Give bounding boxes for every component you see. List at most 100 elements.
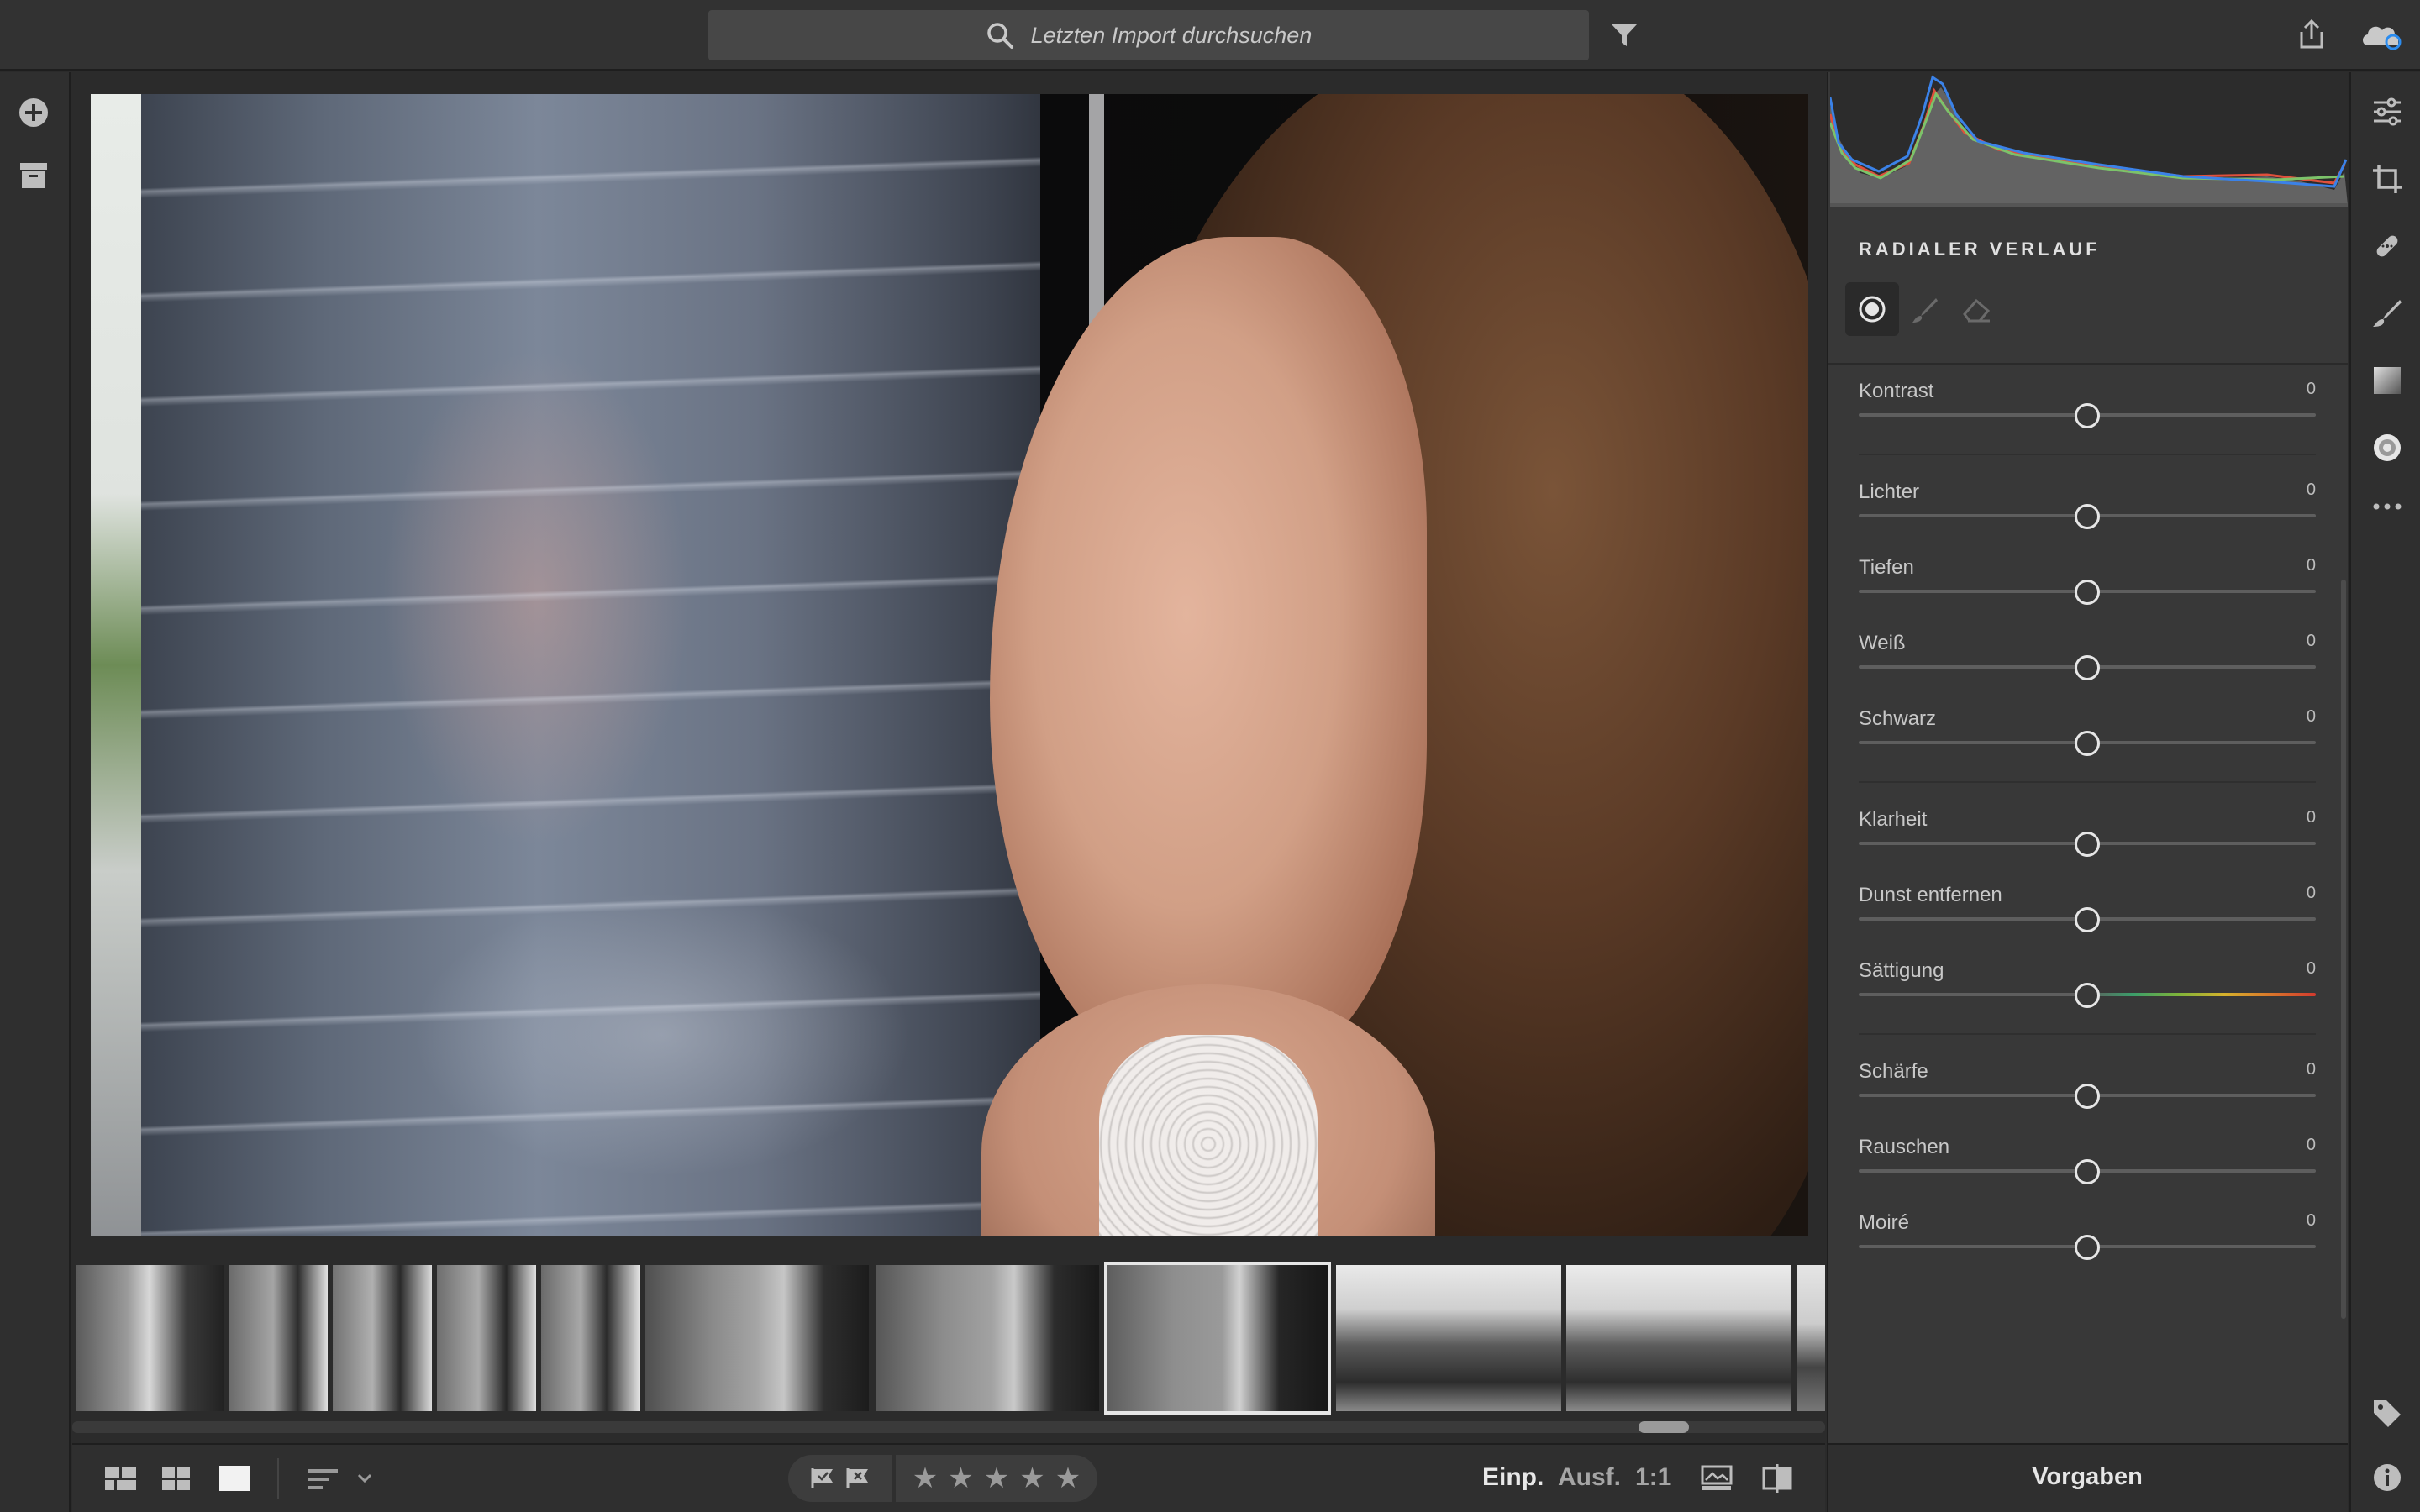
slider-value[interactable]: 0 [2307,808,2316,827]
slider-value[interactable]: 0 [2307,632,2316,651]
slider-handle[interactable] [2075,1084,2100,1109]
slider-handle[interactable] [2075,504,2100,529]
search-placeholder: Letzten Import durchsuchen [1030,22,1313,48]
filmstrip-thumbnail[interactable] [74,1263,225,1413]
brush-tool-icon[interactable] [2371,297,2403,329]
histogram [1830,72,2348,207]
star-icon[interactable]: ★ [948,1462,973,1495]
pick-flag-icon[interactable] [810,1467,835,1490]
slider-tiefen[interactable]: Tiefen 0 [1859,556,2316,623]
fit-zoom-button[interactable]: Einp. [1482,1463,1544,1492]
slider-label: Tiefen [1859,556,1914,579]
slider-moire[interactable]: Moiré 0 [1859,1211,2316,1278]
slider-handle[interactable] [2075,907,2100,932]
tag-icon[interactable] [2371,1398,2403,1430]
radial-gradient-tool-button[interactable] [1845,282,1899,336]
slider-group-divider [1859,1033,2316,1035]
slider-value[interactable]: 0 [2307,959,2316,979]
filmstrip-thumbnail[interactable] [435,1263,538,1413]
slider-handle[interactable] [2075,983,2100,1008]
slider-schaerfe[interactable]: Schärfe 0 [1859,1060,2316,1127]
slider-value[interactable]: 0 [2307,480,2316,500]
app-window: Letzten Import durchsuchen ★ ★ ★ ★ ★ Ein… [0,0,2420,1512]
slider-value[interactable]: 0 [2307,556,2316,575]
chevron-down-icon[interactable] [356,1470,373,1487]
slider-kontrast[interactable]: Kontrast 0 [1859,380,2316,447]
healing-brush-icon[interactable] [2371,230,2403,262]
slider-handle[interactable] [2075,1235,2100,1260]
before-after-compare-icon[interactable] [1761,1463,1793,1494]
archive-icon[interactable] [18,161,49,190]
slider-handle[interactable] [2075,1159,2100,1184]
share-icon[interactable] [2297,18,2326,50]
slider-weiss[interactable]: Weiß 0 [1859,632,2316,699]
slider-handle[interactable] [2075,832,2100,857]
slider-group-divider [1859,781,2316,783]
edit-sliders-icon[interactable] [2371,96,2403,128]
photo-info-overlay-icon[interactable] [1701,1465,1733,1492]
slider-handle[interactable] [2075,731,2100,756]
slider-value[interactable]: 0 [2307,884,2316,903]
filter-icon[interactable] [1610,22,1639,49]
more-options-icon[interactable] [2371,491,2403,522]
filmstrip-thumbnail[interactable] [874,1263,1101,1413]
brush-icon[interactable] [1911,296,1939,324]
one-to-one-zoom-button[interactable]: 1:1 [1635,1463,1671,1492]
slider-label: Schwarz [1859,707,1937,730]
slider-lichter[interactable]: Lichter 0 [1859,480,2316,548]
slider-handle[interactable] [2075,655,2100,680]
crop-icon[interactable] [2371,163,2403,195]
panel-title: RADIALER VERLAUF [1859,239,2101,260]
filmstrip-scrollbar-thumb[interactable] [1639,1421,1689,1433]
radial-gradient-active-icon[interactable] [2371,432,2403,464]
photo-lace [1099,1035,1318,1236]
toolbar-divider [277,1458,279,1499]
detail-view-icon[interactable] [218,1465,250,1492]
eraser-icon[interactable] [1961,296,1991,324]
filmstrip-scrollbar-track[interactable] [72,1421,1825,1433]
slider-value[interactable]: 0 [2307,1136,2316,1155]
cloud-sync-icon[interactable] [2360,20,2403,50]
search-input[interactable]: Letzten Import durchsuchen [708,10,1589,60]
slider-label: Dunst entfernen [1859,884,2002,906]
presets-button[interactable]: Vorgaben [1827,1463,2348,1491]
filmstrip-thumbnail[interactable] [227,1263,329,1413]
slider-rauschen[interactable]: Rauschen 0 [1859,1136,2316,1203]
filmstrip-thumbnail-selected[interactable] [1104,1262,1331,1415]
star-icon[interactable]: ★ [984,1462,1009,1495]
linear-gradient-icon[interactable] [2371,365,2403,396]
star-icon[interactable]: ★ [1055,1462,1081,1495]
slider-value[interactable]: 0 [2307,380,2316,399]
slider-value[interactable]: 0 [2307,1060,2316,1079]
slider-value[interactable]: 0 [2307,1211,2316,1231]
slider-value[interactable]: 0 [2307,707,2316,727]
slider-klarheit[interactable]: Klarheit 0 [1859,808,2316,875]
star-rating[interactable]: ★ ★ ★ ★ ★ [896,1455,1097,1502]
slider-label: Rauschen [1859,1136,1950,1158]
filmstrip-thumbnail[interactable] [1565,1263,1793,1413]
reject-flag-icon[interactable] [845,1467,871,1490]
info-icon[interactable] [2371,1462,2403,1494]
slider-handle[interactable] [2075,580,2100,605]
grid-view-icon[interactable] [161,1467,192,1492]
slider-handle[interactable] [2075,403,2100,428]
filmstrip-thumbnail[interactable] [1795,1263,1825,1413]
filmstrip-thumbnail[interactable] [539,1263,642,1413]
filmstrip-thumbnail[interactable] [644,1263,871,1413]
star-icon[interactable]: ★ [1019,1462,1044,1495]
fill-zoom-button[interactable]: Ausf. [1558,1463,1621,1492]
star-icon[interactable]: ★ [913,1462,938,1495]
filmstrip-thumbnail[interactable] [331,1263,434,1413]
slider-label: Moiré [1859,1211,1910,1234]
panel-scrollbar[interactable] [2341,580,2346,1319]
slider-saettigung[interactable]: Sättigung 0 [1859,959,2316,1026]
add-photos-icon[interactable] [17,96,50,129]
sort-icon[interactable] [306,1467,341,1492]
slider-schwarz[interactable]: Schwarz 0 [1859,707,2316,774]
filmstrip-thumbnail[interactable] [1334,1263,1563,1413]
left-rail [0,72,71,1512]
main-photo[interactable] [91,94,1808,1236]
slider-label: Klarheit [1859,808,1928,831]
slider-dunst-entfernen[interactable]: Dunst entfernen 0 [1859,884,2316,951]
square-grid-view-icon[interactable] [104,1467,138,1492]
